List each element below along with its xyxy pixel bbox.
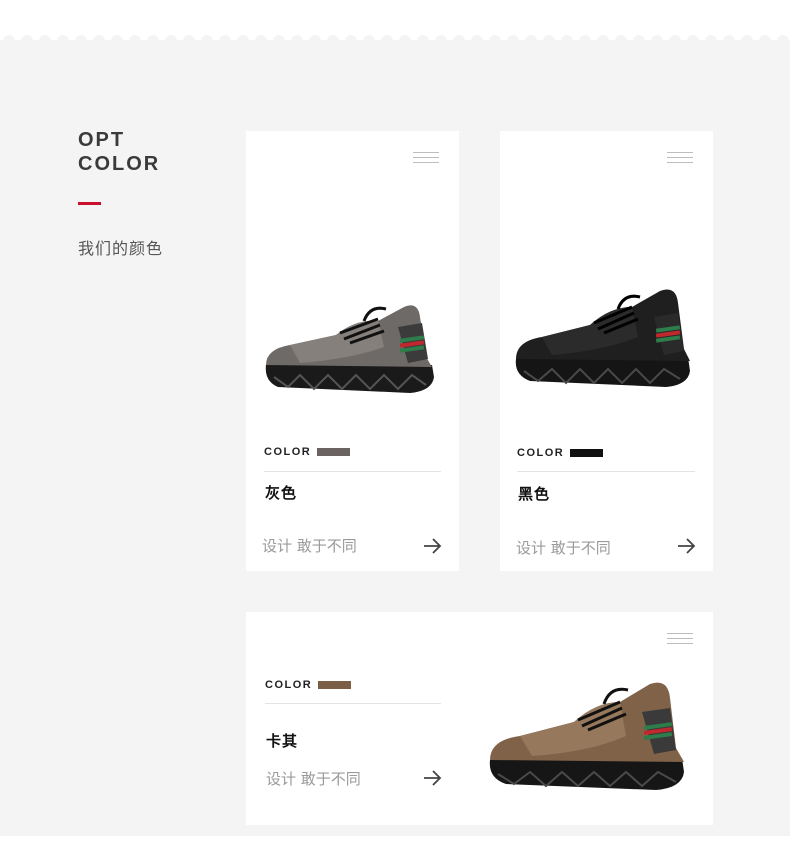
section-heading: OPT COLOR (78, 128, 160, 176)
color-swatch (317, 448, 351, 456)
color-row: COLOR (264, 446, 351, 458)
color-row: COLOR (517, 447, 604, 459)
section-subtitle: 我们的颜色 (78, 239, 164, 258)
color-name: 黑色 (518, 485, 551, 503)
divider (517, 471, 695, 472)
scalloped-edge (0, 32, 790, 48)
product-card-grey[interactable]: COLOR 灰色 设计 敢于不同 (246, 131, 459, 571)
heading-line-1: OPT (78, 129, 126, 151)
khaki-shoe-image (489, 682, 684, 790)
color-label: COLOR (517, 447, 565, 459)
product-card-black[interactable]: COLOR 黑色 设计 敢于不同 (500, 131, 713, 571)
grey-shoe-image (265, 305, 434, 393)
slogan: 设计 敢于不同 (266, 770, 361, 788)
color-swatch (318, 681, 352, 689)
color-name: 卡其 (266, 732, 299, 750)
color-name: 灰色 (265, 484, 298, 502)
color-swatch (570, 449, 604, 457)
divider (264, 471, 441, 472)
arrow-right-icon[interactable] (676, 536, 696, 556)
product-card-khaki[interactable]: COLOR 卡其 设计 敢于不同 (246, 612, 713, 825)
black-shoe-image (515, 289, 690, 387)
slogan: 设计 敢于不同 (516, 539, 611, 557)
color-label: COLOR (264, 446, 312, 458)
arrow-right-icon[interactable] (422, 536, 442, 556)
menu-icon[interactable] (667, 633, 693, 644)
menu-icon[interactable] (413, 152, 439, 163)
color-row: COLOR (265, 679, 352, 691)
menu-icon[interactable] (667, 152, 693, 163)
accent-bar (78, 202, 101, 205)
heading-line-2: COLOR (78, 153, 161, 175)
divider (265, 703, 441, 704)
arrow-right-icon[interactable] (422, 768, 442, 788)
color-label: COLOR (265, 679, 313, 691)
slogan: 设计 敢于不同 (262, 537, 357, 555)
